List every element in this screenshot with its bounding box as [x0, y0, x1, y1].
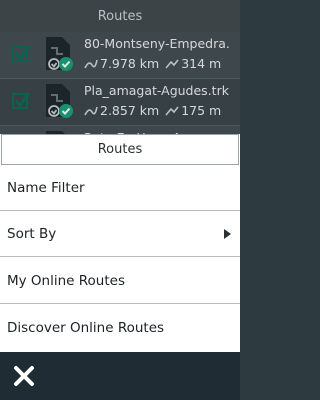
menu-item-my-online-routes[interactable]: My Online Routes [0, 258, 240, 304]
menu-title: Routes [1, 134, 239, 165]
menu-item-label: Name Filter [7, 179, 85, 196]
menu-item-label: Discover Online Routes [7, 320, 165, 336]
menu-item-label: My Online Routes [7, 272, 125, 289]
chevron-right-icon [224, 229, 231, 239]
close-icon [14, 366, 34, 386]
menu-item-label: Sort By [7, 225, 57, 242]
close-button[interactable] [8, 360, 40, 392]
routes-menu: Routes Name Filter Sort By My Online Rou… [0, 134, 240, 352]
bottom-bar [0, 352, 240, 400]
menu-item-sort-by[interactable]: Sort By [0, 211, 240, 257]
screen-header: Routes [0, 0, 240, 32]
menu-item-name-filter[interactable]: Name Filter [0, 165, 240, 211]
screen-title: Routes [97, 8, 143, 24]
menu-item-discover-online-routes[interactable]: Discover Online Routes [0, 305, 240, 351]
